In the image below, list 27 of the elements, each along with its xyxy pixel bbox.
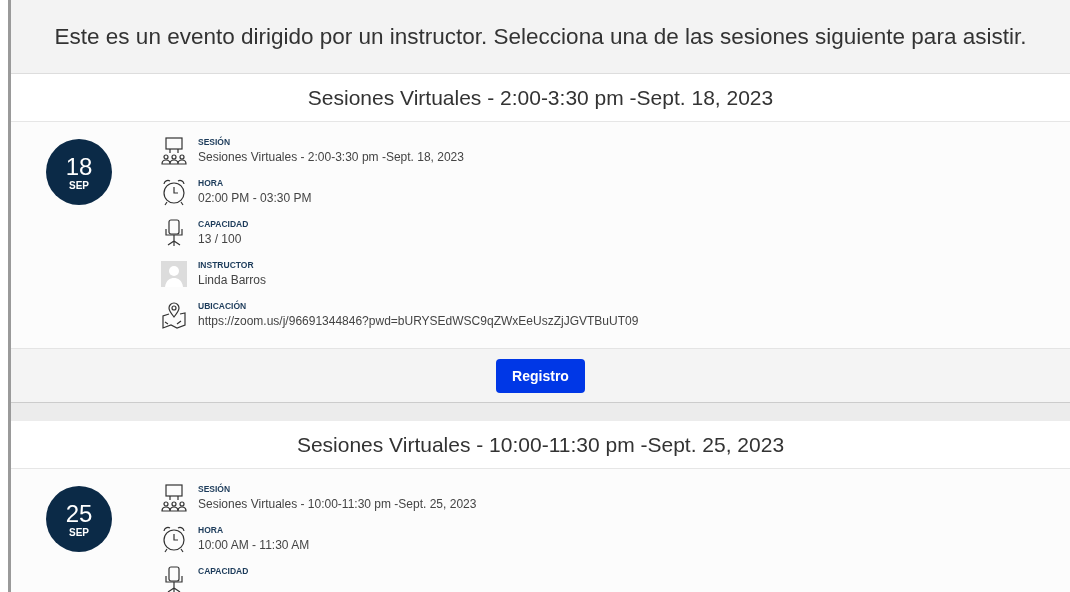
- detail-value: 13 / 100: [198, 231, 243, 247]
- detail-value: https://zoom.us/j/96691344846?pwd=bURYSEdWSC9qZWxEeUszZjJGVTBuUT09: [198, 313, 639, 329]
- detail-value: 02:00 PM - 03:30 PM: [198, 190, 312, 206]
- presentation-icon: [160, 137, 187, 165]
- register-button[interactable]: Registro: [496, 358, 585, 393]
- detail-label: CAPACIDAD: [198, 218, 249, 231]
- alarm-clock-icon: [160, 525, 187, 553]
- detail-label: SESIÓN: [198, 483, 232, 496]
- detail-label: CAPACIDAD: [198, 565, 249, 578]
- detail-label: UBICACIÓN: [198, 300, 248, 313]
- detail-value: Sesiones Virtuales - 2:00-3:30 pm -Sept. 18, 2023: [198, 149, 464, 165]
- avatar-icon: [160, 261, 187, 287]
- detail-label: HORA: [198, 177, 225, 190]
- presentation-icon: [160, 484, 187, 512]
- session-title: Sesiones Virtuales - 2:00-3:30 pm -Sept. 18, 2023: [307, 85, 774, 110]
- detail-value: Linda Barros: [198, 272, 267, 288]
- map-pin-icon: [160, 301, 187, 329]
- detail-value: 10:00 AM - 11:30 AM: [198, 537, 310, 553]
- detail-value: Sesiones Virtuales - 10:00-11:30 pm -Sept. 25, 2023: [198, 496, 477, 512]
- date-badge: 25 SEP: [46, 486, 112, 552]
- alarm-clock-icon: [160, 178, 187, 206]
- session-title: Sesiones Virtuales - 10:00-11:30 pm -Sept. 25, 2023: [296, 432, 785, 457]
- detail-label: SESIÓN: [198, 136, 232, 149]
- date-badge: 18 SEP: [46, 139, 112, 205]
- detail-label: HORA: [198, 524, 225, 537]
- page-heading: Este es un evento dirigido por un instructor. Selecciona una de las sesiones siguiente para asistir.: [54, 23, 1027, 50]
- detail-label: INSTRUCTOR: [198, 259, 255, 272]
